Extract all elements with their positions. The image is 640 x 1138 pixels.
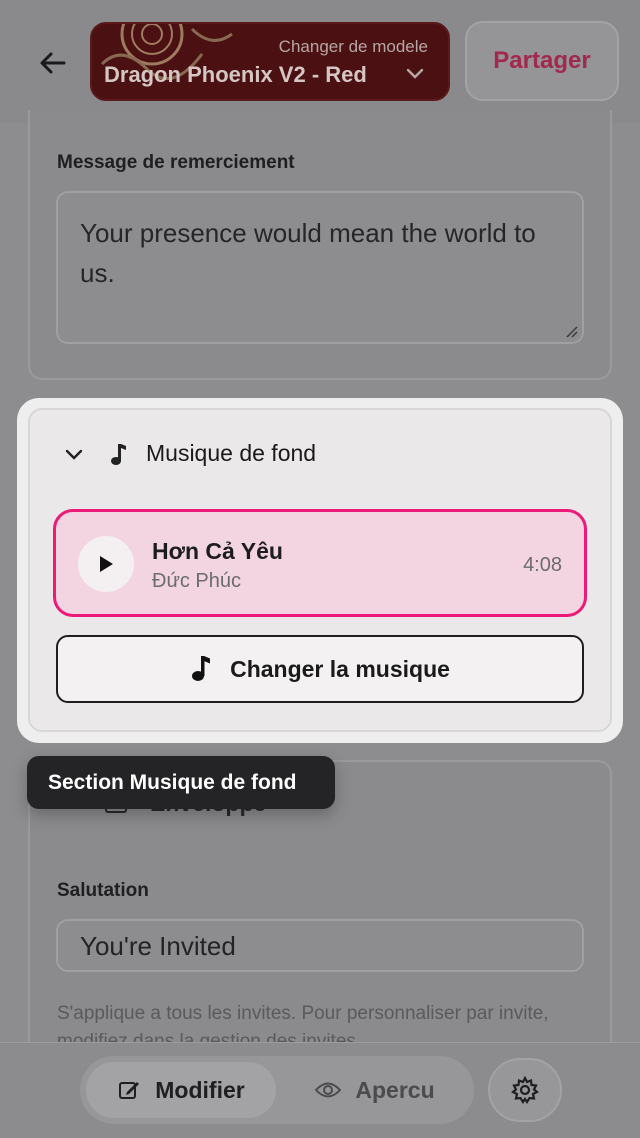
section-tooltip: Section Musique de fond (27, 756, 335, 809)
music-note-icon (111, 444, 126, 465)
eye-icon (315, 1082, 342, 1098)
music-note-icon (192, 656, 211, 681)
thanks-label: Message de remerciement (57, 152, 295, 173)
track-duration: 4:08 (523, 554, 562, 576)
resize-grip-icon[interactable] (564, 324, 578, 338)
chevron-down-icon[interactable] (64, 448, 84, 462)
track-name: Hơn Cả Yêu (152, 538, 283, 564)
tab-apercu[interactable]: Apercu (290, 1062, 460, 1118)
template-name: Dragon Phoenix V2 - Red (104, 62, 367, 87)
change-music-button[interactable]: Changer la musique (56, 635, 584, 703)
arrow-left-icon (40, 52, 66, 74)
selected-track[interactable]: Hơn Cả Yêu Đức Phúc 4:08 (53, 509, 587, 617)
music-section-title: Musique de fond (146, 440, 317, 466)
chevron-down-icon (406, 68, 424, 79)
change-music-label: Changer la musique (230, 655, 450, 682)
music-section-header[interactable] (62, 438, 128, 472)
edit-icon (119, 1082, 140, 1099)
thanks-textarea[interactable]: Your presence would mean the world to us… (56, 191, 584, 344)
back-button[interactable] (30, 40, 76, 86)
salutation-label: Salutation (57, 880, 149, 901)
tab-modifier[interactable]: Modifier (86, 1062, 276, 1118)
play-button[interactable] (78, 536, 134, 592)
settings-button[interactable] (488, 1058, 562, 1122)
gear-icon (511, 1076, 539, 1104)
track-artist: Đức Phúc (152, 570, 241, 592)
share-button[interactable]: Partager (465, 21, 619, 101)
template-subtitle: Changer de modele (278, 37, 428, 56)
thanks-text: Your presence would mean the world to us… (80, 218, 536, 288)
play-icon (100, 556, 113, 572)
template-selector[interactable]: Changer de modele Dragon Phoenix V2 - Re… (90, 22, 450, 101)
salutation-input[interactable]: You're Invited (56, 919, 584, 972)
tab-modifier-label: Modifier (155, 1076, 245, 1103)
tab-apercu-label: Apercu (355, 1076, 435, 1103)
